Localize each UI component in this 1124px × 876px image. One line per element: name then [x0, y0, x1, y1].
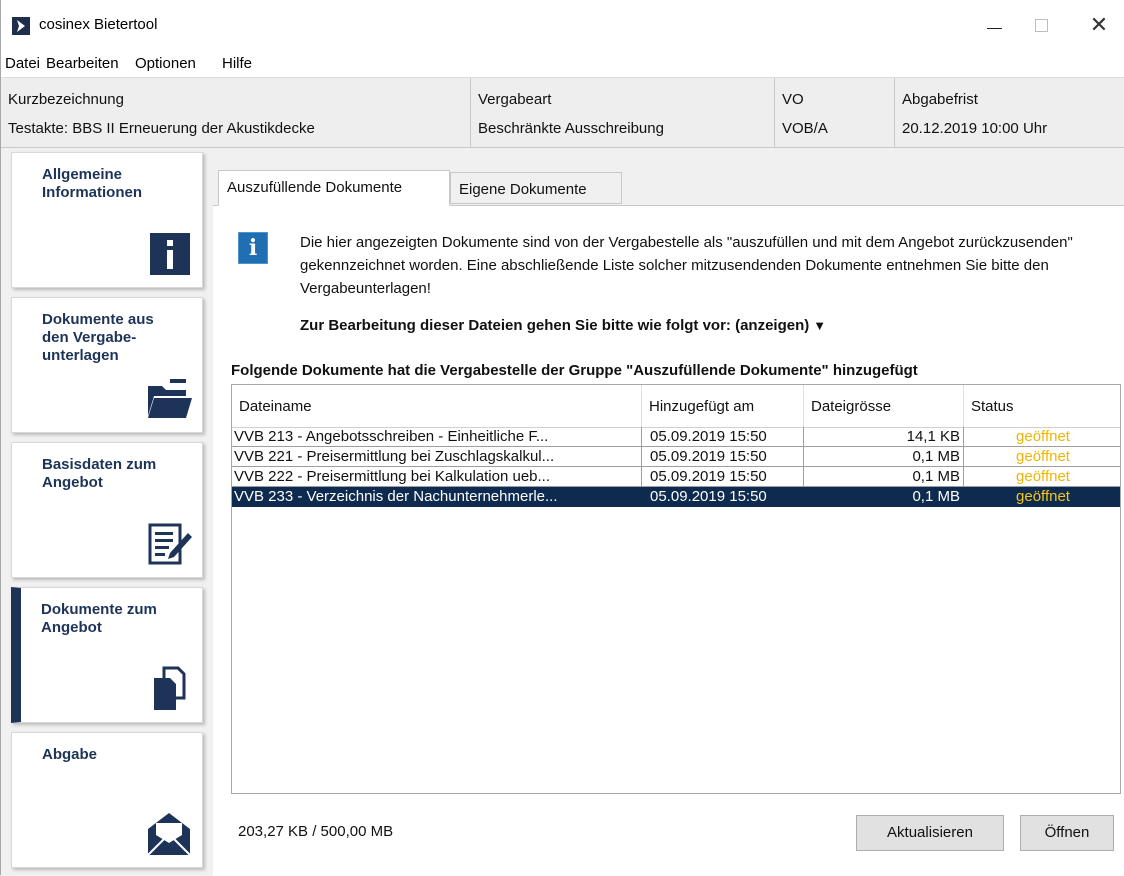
cell-filename: VVB 222 - Preisermittlung bei Kalkulatio… [232, 467, 642, 487]
sidebar-item-allgemeine-informationen[interactable]: Allgemeine Informationen [11, 152, 203, 288]
header-kurzbezeichnung: Kurzbezeichnung Testakte: BBS II Erneuer… [1, 78, 471, 147]
minimize-icon [987, 28, 1002, 29]
sidebar-item-label: Abgabe [42, 746, 98, 763]
cell-status: geöffnet [964, 487, 1120, 507]
menu-optionen[interactable]: Optionen [135, 55, 196, 72]
header-label: Abgabefrist [902, 91, 978, 108]
header-value: VOB/A [782, 120, 828, 137]
maximize-icon [1035, 19, 1048, 32]
triangle-down-icon: ▼ [813, 318, 827, 333]
sidebar-item-abgabe[interactable]: Abgabe [11, 732, 203, 868]
cell-filename: VVB 233 - Verzeichnis der Nachunternehme… [232, 487, 642, 507]
cell-size: 0,1 MB [804, 447, 964, 467]
procurement-header: Kurzbezeichnung Testakte: BBS II Erneuer… [1, 78, 1124, 148]
maximize-button[interactable] [1018, 8, 1064, 42]
title-bar: cosinex Bietertool ✕ [1, 0, 1124, 50]
sidebar-item-dokumente-zum-angebot[interactable]: Dokumente zum Angebot [11, 587, 203, 723]
cell-status: geöffnet [964, 427, 1120, 447]
header-vo: VO VOB/A [775, 78, 895, 147]
cell-date: 05.09.2019 15:50 [642, 447, 804, 467]
column-header-dateiname[interactable]: Dateiname [232, 385, 642, 427]
header-label: VO [782, 91, 804, 108]
tab-auszufuellende-dokumente[interactable]: Auszufüllende Dokumente [218, 170, 450, 206]
close-button[interactable]: ✕ [1076, 8, 1122, 42]
window-title: cosinex Bietertool [39, 16, 158, 33]
header-vergabeart: Vergabeart Beschränkte Ausschreibung [471, 78, 775, 147]
menu-bar: Datei Bearbeiten Optionen Hilfe [1, 50, 1124, 78]
column-header-status[interactable]: Status [964, 385, 1120, 427]
table-header: Dateiname Hinzugefügt am Dateigrösse Sta… [232, 385, 1120, 428]
app-window: cosinex Bietertool ✕ Datei Bearbeiten Op… [0, 0, 1124, 876]
cell-status: geöffnet [964, 447, 1120, 467]
cell-date: 05.09.2019 15:50 [642, 427, 804, 447]
minimize-button[interactable] [971, 8, 1017, 42]
cell-filename: VVB 221 - Preisermittlung bei Zuschlagsk… [232, 447, 642, 467]
header-value: Testakte: BBS II Erneuerung der Akustikd… [8, 120, 315, 137]
tab-eigene-dokumente[interactable]: Eigene Dokumente [450, 172, 622, 204]
info-icon: i [238, 232, 268, 264]
table-row[interactable]: VVB 213 - Angebotsschreiben - Einheitlic… [232, 427, 1120, 447]
envelope-icon [147, 813, 191, 856]
column-header-hinzugefuegt[interactable]: Hinzugefügt am [642, 385, 804, 427]
cell-size: 0,1 MB [804, 487, 964, 507]
sidebar-item-label: Allgemeine Informationen [42, 166, 142, 201]
header-abgabefrist: Abgabefrist 20.12.2019 10:00 Uhr [895, 78, 1124, 147]
menu-bearbeiten[interactable]: Bearbeiten [46, 55, 119, 72]
menu-hilfe[interactable]: Hilfe [222, 55, 252, 72]
sidebar-item-dokumente-vergabeunterlagen[interactable]: Dokumente aus den Vergabe-unterlagen [11, 297, 203, 433]
cell-status: geöffnet [964, 467, 1120, 487]
column-header-dateigroesse[interactable]: Dateigrösse [804, 385, 964, 427]
cell-date: 05.09.2019 15:50 [642, 487, 804, 507]
instructions-label: Zur Bearbeitung dieser Dateien gehen Sie… [300, 317, 810, 334]
cell-size: 0,1 MB [804, 467, 964, 487]
cell-size: 14,1 KB [804, 427, 964, 447]
table-row[interactable]: VVB 221 - Preisermittlung bei Zuschlagsk… [232, 447, 1120, 467]
header-value: Beschränkte Ausschreibung [478, 120, 664, 137]
app-logo-icon [12, 17, 30, 35]
sidebar-item-label: Basisdaten zum Angebot [42, 456, 157, 491]
group-heading: Folgende Dokumente hat die Vergabestelle… [231, 362, 918, 379]
cell-date: 05.09.2019 15:50 [642, 467, 804, 487]
open-button[interactable]: Öffnen [1020, 815, 1114, 851]
storage-usage: 203,27 KB / 500,00 MB [238, 823, 394, 840]
table-row-selected[interactable]: VVB 233 - Verzeichnis der Nachunternehme… [232, 487, 1120, 507]
header-label: Kurzbezeichnung [8, 91, 124, 108]
documents-table: Dateiname Hinzugefügt am Dateigrösse Sta… [231, 384, 1121, 794]
edit-document-icon [148, 523, 192, 565]
sidebar: Allgemeine Informationen Dokumente aus d… [1, 148, 213, 875]
sidebar-item-label: Dokumente zum Angebot [41, 601, 157, 636]
refresh-button[interactable]: Aktualisieren [856, 815, 1004, 851]
header-value: 20.12.2019 10:00 Uhr [902, 120, 1048, 137]
notice-text: Die hier angezeigten Dokumente sind von … [300, 234, 1073, 297]
folder-icon [148, 379, 192, 418]
close-icon: ✕ [1089, 12, 1109, 37]
sidebar-item-label: Dokumente aus den Vergabe-unterlagen [42, 311, 154, 364]
header-label: Vergabeart [478, 91, 552, 108]
documents-icon [154, 666, 186, 710]
menu-datei[interactable]: Datei [5, 55, 40, 72]
cell-filename: VVB 213 - Angebotsschreiben - Einheitlic… [232, 427, 642, 447]
info-icon [150, 233, 190, 275]
sidebar-item-basisdaten[interactable]: Basisdaten zum Angebot [11, 442, 203, 578]
instructions-toggle[interactable]: Zur Bearbeitung dieser Dateien gehen Sie… [300, 317, 826, 334]
table-row[interactable]: VVB 222 - Preisermittlung bei Kalkulatio… [232, 467, 1120, 487]
